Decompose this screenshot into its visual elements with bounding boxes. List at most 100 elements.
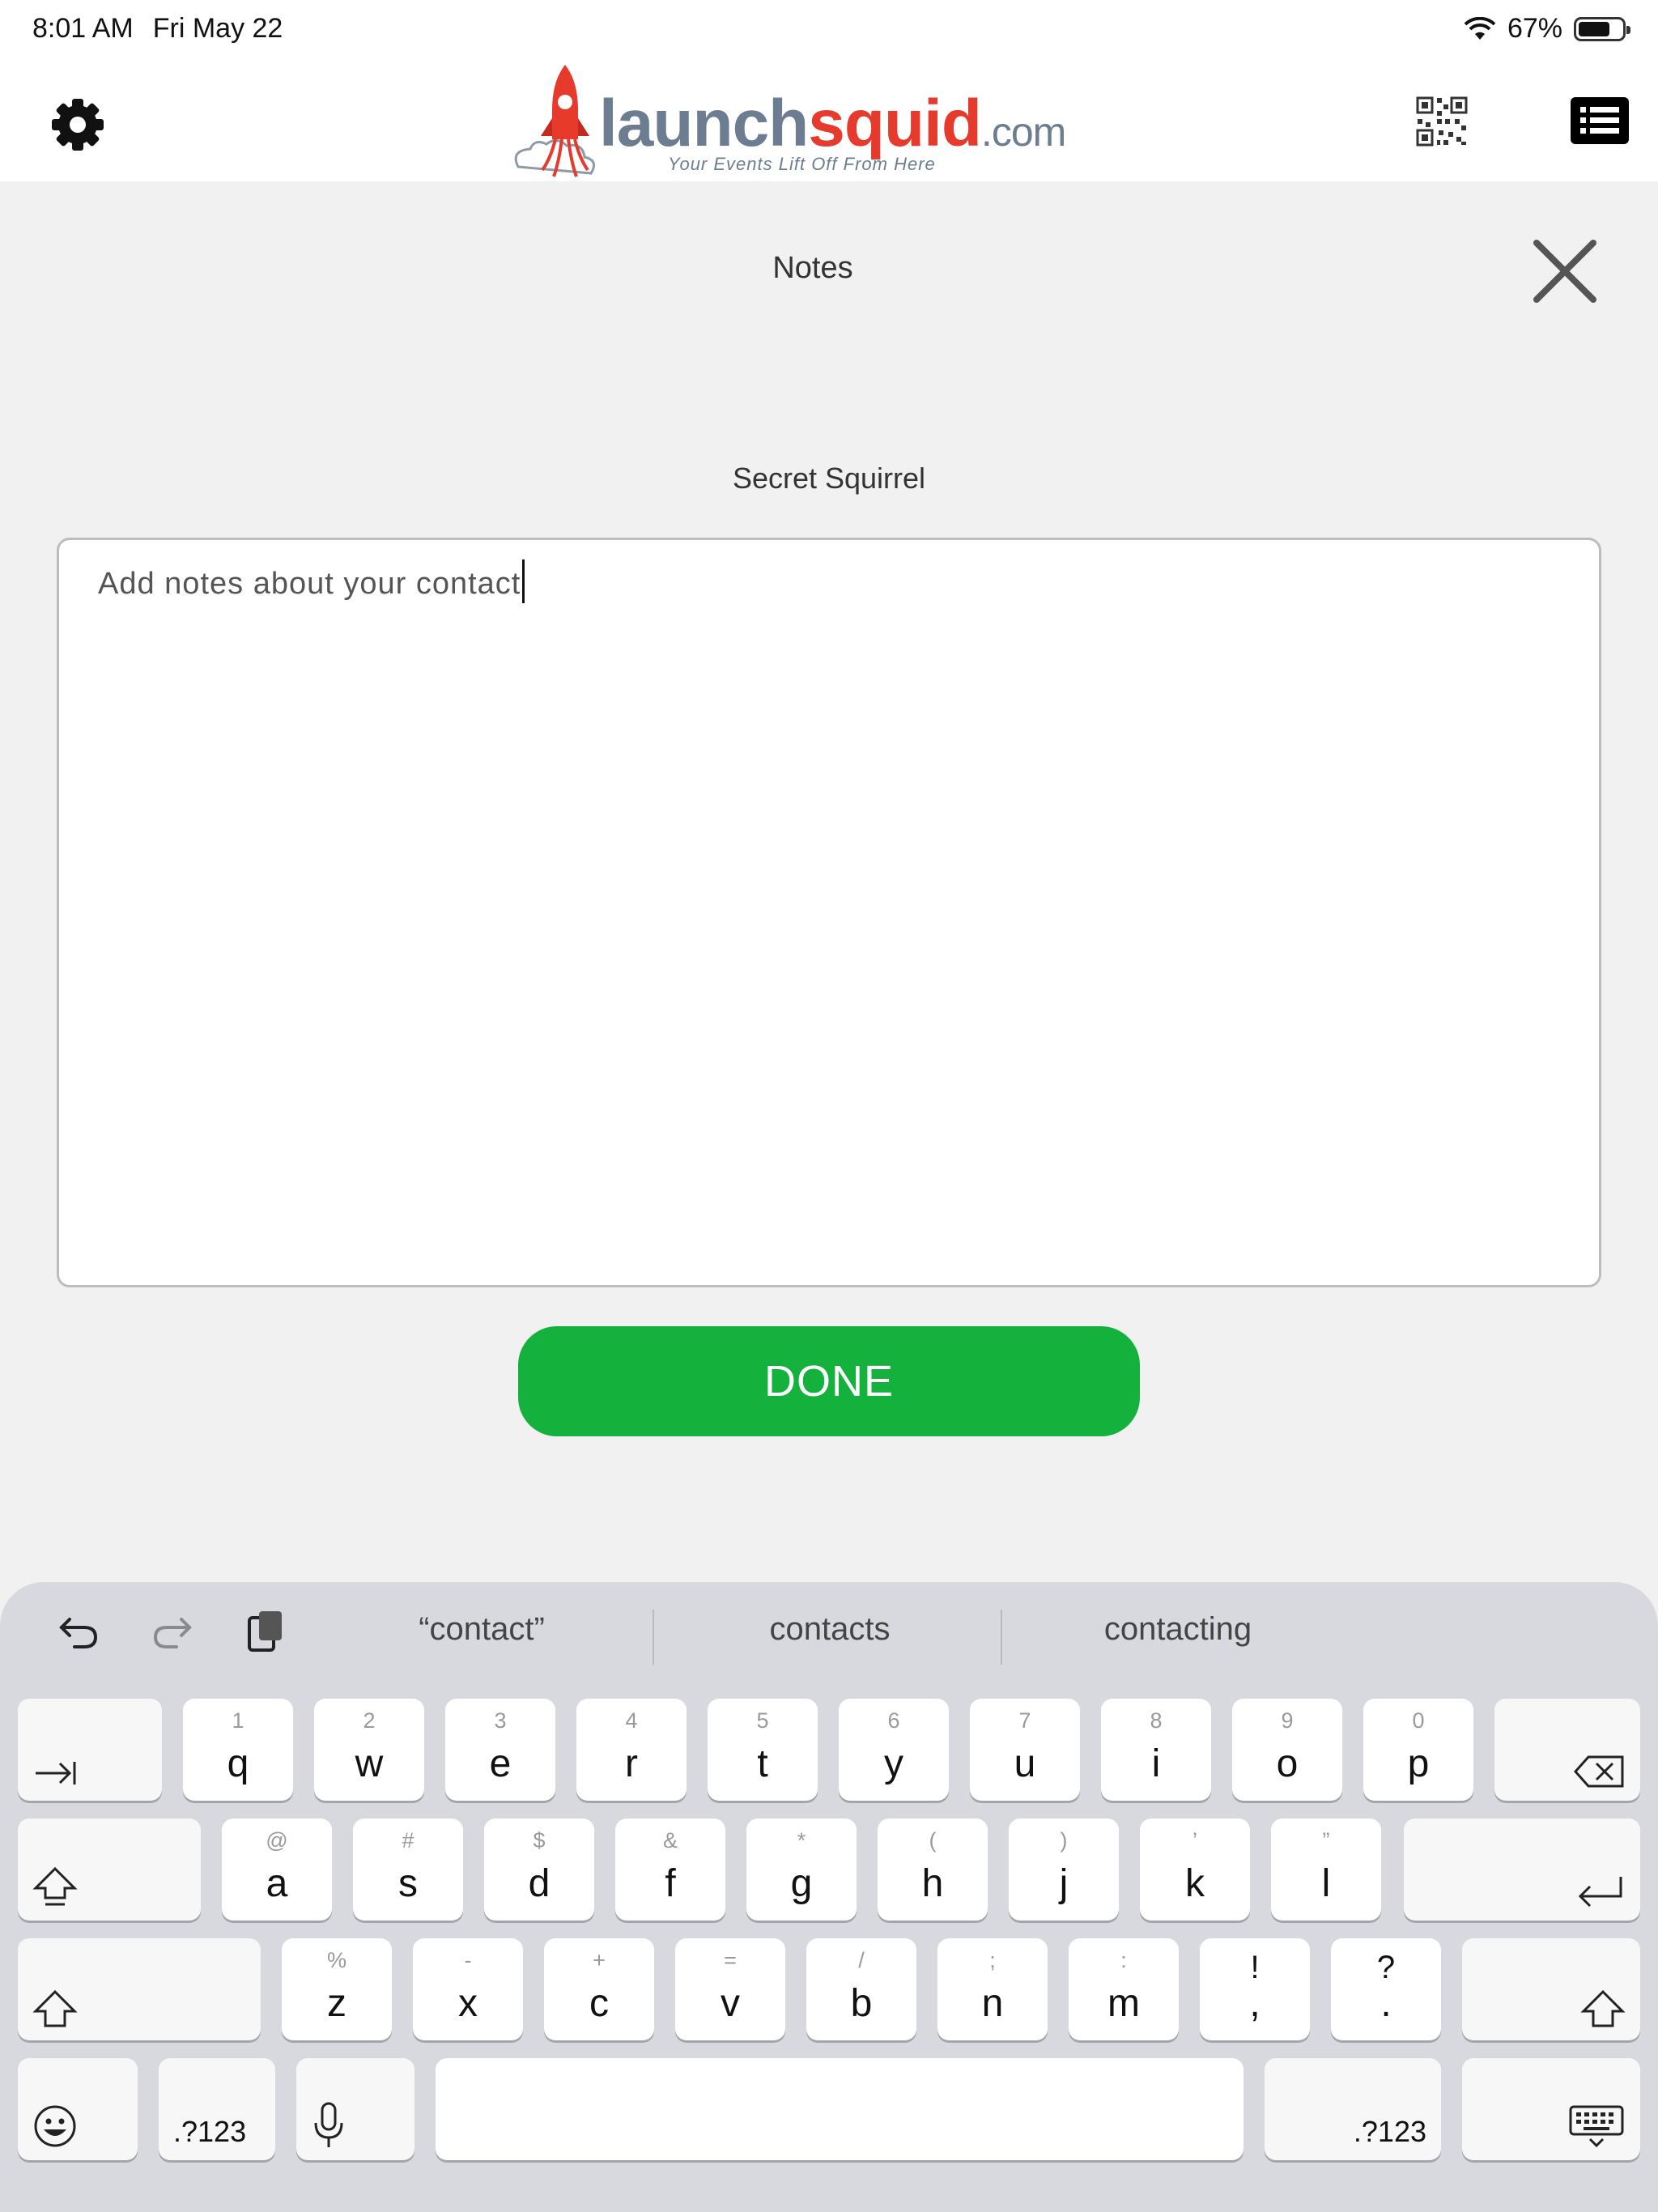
key-hint: 6: [887, 1708, 900, 1733]
microphone-icon: [314, 2102, 343, 2147]
key-r[interactable]: 4r: [576, 1699, 687, 1801]
dictation-key[interactable]: [296, 2058, 414, 2160]
key-y[interactable]: 6y: [839, 1699, 949, 1801]
key-label: v: [721, 1982, 740, 2025]
status-bar: 8:01 AM Fri May 22 67%: [0, 0, 1658, 58]
paste-icon[interactable]: [241, 1606, 290, 1655]
battery-icon: [1574, 16, 1630, 41]
key-label: k: [1185, 1862, 1205, 1905]
battery-percent: 67%: [1507, 13, 1562, 44]
suggestion-divider: [1001, 1610, 1002, 1665]
numbers-key-label: .?123: [173, 2115, 247, 2148]
key-hint: 3: [494, 1708, 507, 1733]
key-b[interactable]: / b: [806, 1938, 916, 2040]
key-label: l: [1321, 1862, 1331, 1905]
numbers-key-right[interactable]: .?123: [1265, 2058, 1441, 2160]
shift-icon: [1580, 1989, 1626, 2027]
key-i[interactable]: 8i: [1101, 1699, 1211, 1801]
redo-icon[interactable]: [147, 1606, 196, 1655]
gear-icon[interactable]: [49, 96, 107, 154]
done-button[interactable]: DONE: [518, 1326, 1140, 1436]
key-f[interactable]: & f: [615, 1819, 725, 1921]
logo-dotcom: .com: [980, 109, 1066, 155]
shift-left-key[interactable]: [18, 1938, 261, 2040]
key-w[interactable]: 2w: [314, 1699, 424, 1801]
key-g[interactable]: * g: [746, 1819, 857, 1921]
text-caret: [522, 559, 525, 603]
key-u[interactable]: 7u: [970, 1699, 1080, 1801]
key-label: d: [528, 1862, 551, 1905]
key-hint: 4: [625, 1708, 638, 1733]
status-indicators: 67%: [1464, 13, 1630, 45]
undo-icon[interactable]: [55, 1606, 104, 1655]
key-hint: ”: [1322, 1828, 1330, 1853]
key-label: f: [665, 1862, 676, 1905]
key-s[interactable]: # s: [353, 1819, 463, 1921]
list-menu-icon[interactable]: [1571, 97, 1629, 144]
suggestion-3[interactable]: contacting: [1052, 1611, 1303, 1648]
close-icon[interactable]: [1528, 235, 1601, 308]
keyboard-dismiss-icon: [1569, 2105, 1624, 2148]
notes-placeholder-text: Add notes about your contact: [98, 567, 521, 601]
numbers-key-left[interactable]: .?123: [159, 2058, 275, 2160]
key-x[interactable]: -x: [413, 1938, 523, 2040]
status-time-date: 8:01 AM Fri May 22: [32, 13, 302, 45]
emoji-icon: [34, 2105, 76, 2147]
key-v[interactable]: = v: [675, 1938, 785, 2040]
key-label: o: [1276, 1742, 1299, 1785]
key-n[interactable]: ; n: [937, 1938, 1048, 2040]
key-label: u: [1014, 1742, 1036, 1785]
key-t[interactable]: 5t: [708, 1699, 818, 1801]
key-label: e: [489, 1742, 512, 1785]
key-q[interactable]: 1q: [183, 1699, 293, 1801]
key-p[interactable]: 0p: [1363, 1699, 1473, 1801]
suggestion-2[interactable]: contacts: [704, 1611, 955, 1648]
key-hint: ’: [1192, 1828, 1197, 1853]
shift-icon: [32, 1989, 78, 2027]
key-label: .: [1380, 1982, 1392, 2025]
key-m[interactable]: :m: [1069, 1938, 1179, 2040]
backspace-key[interactable]: [1494, 1699, 1640, 1801]
key-d[interactable]: $ d: [484, 1819, 594, 1921]
key-l[interactable]: ” l: [1271, 1819, 1381, 1921]
key-j[interactable]: ) j: [1009, 1819, 1119, 1921]
notes-textarea[interactable]: Add notes about your contact: [57, 538, 1601, 1287]
key-hint: 1: [232, 1708, 244, 1733]
logo-squid: squid: [808, 87, 982, 160]
key-z[interactable]: % z: [282, 1938, 392, 2040]
caps-lock-icon: [32, 1866, 78, 1906]
key-hint: -: [464, 1948, 472, 1972]
key-hint: $: [533, 1828, 546, 1853]
key-label: b: [850, 1982, 873, 2025]
key-hint: +: [593, 1948, 606, 1972]
space-key[interactable]: [436, 2058, 1244, 2160]
key-c[interactable]: + c: [544, 1938, 654, 2040]
suggestion-1[interactable]: “contact”: [356, 1611, 607, 1648]
tab-key[interactable]: [18, 1699, 162, 1801]
emoji-key[interactable]: [18, 2058, 138, 2160]
hide-keyboard-key[interactable]: [1462, 2058, 1640, 2160]
caps-lock-key[interactable]: [18, 1819, 201, 1921]
tab-icon: [36, 1762, 76, 1784]
launchsquid-logo: launchsquid.com Your Events Lift Off Fro…: [510, 62, 1066, 181]
key-label: n: [981, 1982, 1004, 2025]
key-hint: ;: [989, 1948, 996, 1972]
key-o[interactable]: 9o: [1232, 1699, 1342, 1801]
key-label: r: [625, 1742, 638, 1785]
key-k[interactable]: ’ k: [1140, 1819, 1250, 1921]
shift-right-key[interactable]: [1462, 1938, 1640, 2040]
key-label: h: [921, 1862, 944, 1905]
onscreen-keyboard: “contact” contacts contacting 1q 2w 3e 4…: [0, 1582, 1658, 2212]
key-comma[interactable]: !,: [1200, 1938, 1310, 2040]
qr-code-icon[interactable]: [1415, 96, 1469, 147]
key-label: t: [757, 1742, 768, 1785]
key-period[interactable]: ?.: [1331, 1938, 1441, 2040]
key-h[interactable]: (h: [878, 1819, 988, 1921]
suggestion-divider: [653, 1610, 654, 1665]
key-e[interactable]: 3e: [445, 1699, 555, 1801]
return-key[interactable]: [1404, 1819, 1640, 1921]
key-a[interactable]: @ a: [222, 1819, 332, 1921]
key-hint: 9: [1281, 1708, 1294, 1733]
key-hint: 2: [363, 1708, 376, 1733]
rocket-squid-icon: [514, 65, 596, 177]
